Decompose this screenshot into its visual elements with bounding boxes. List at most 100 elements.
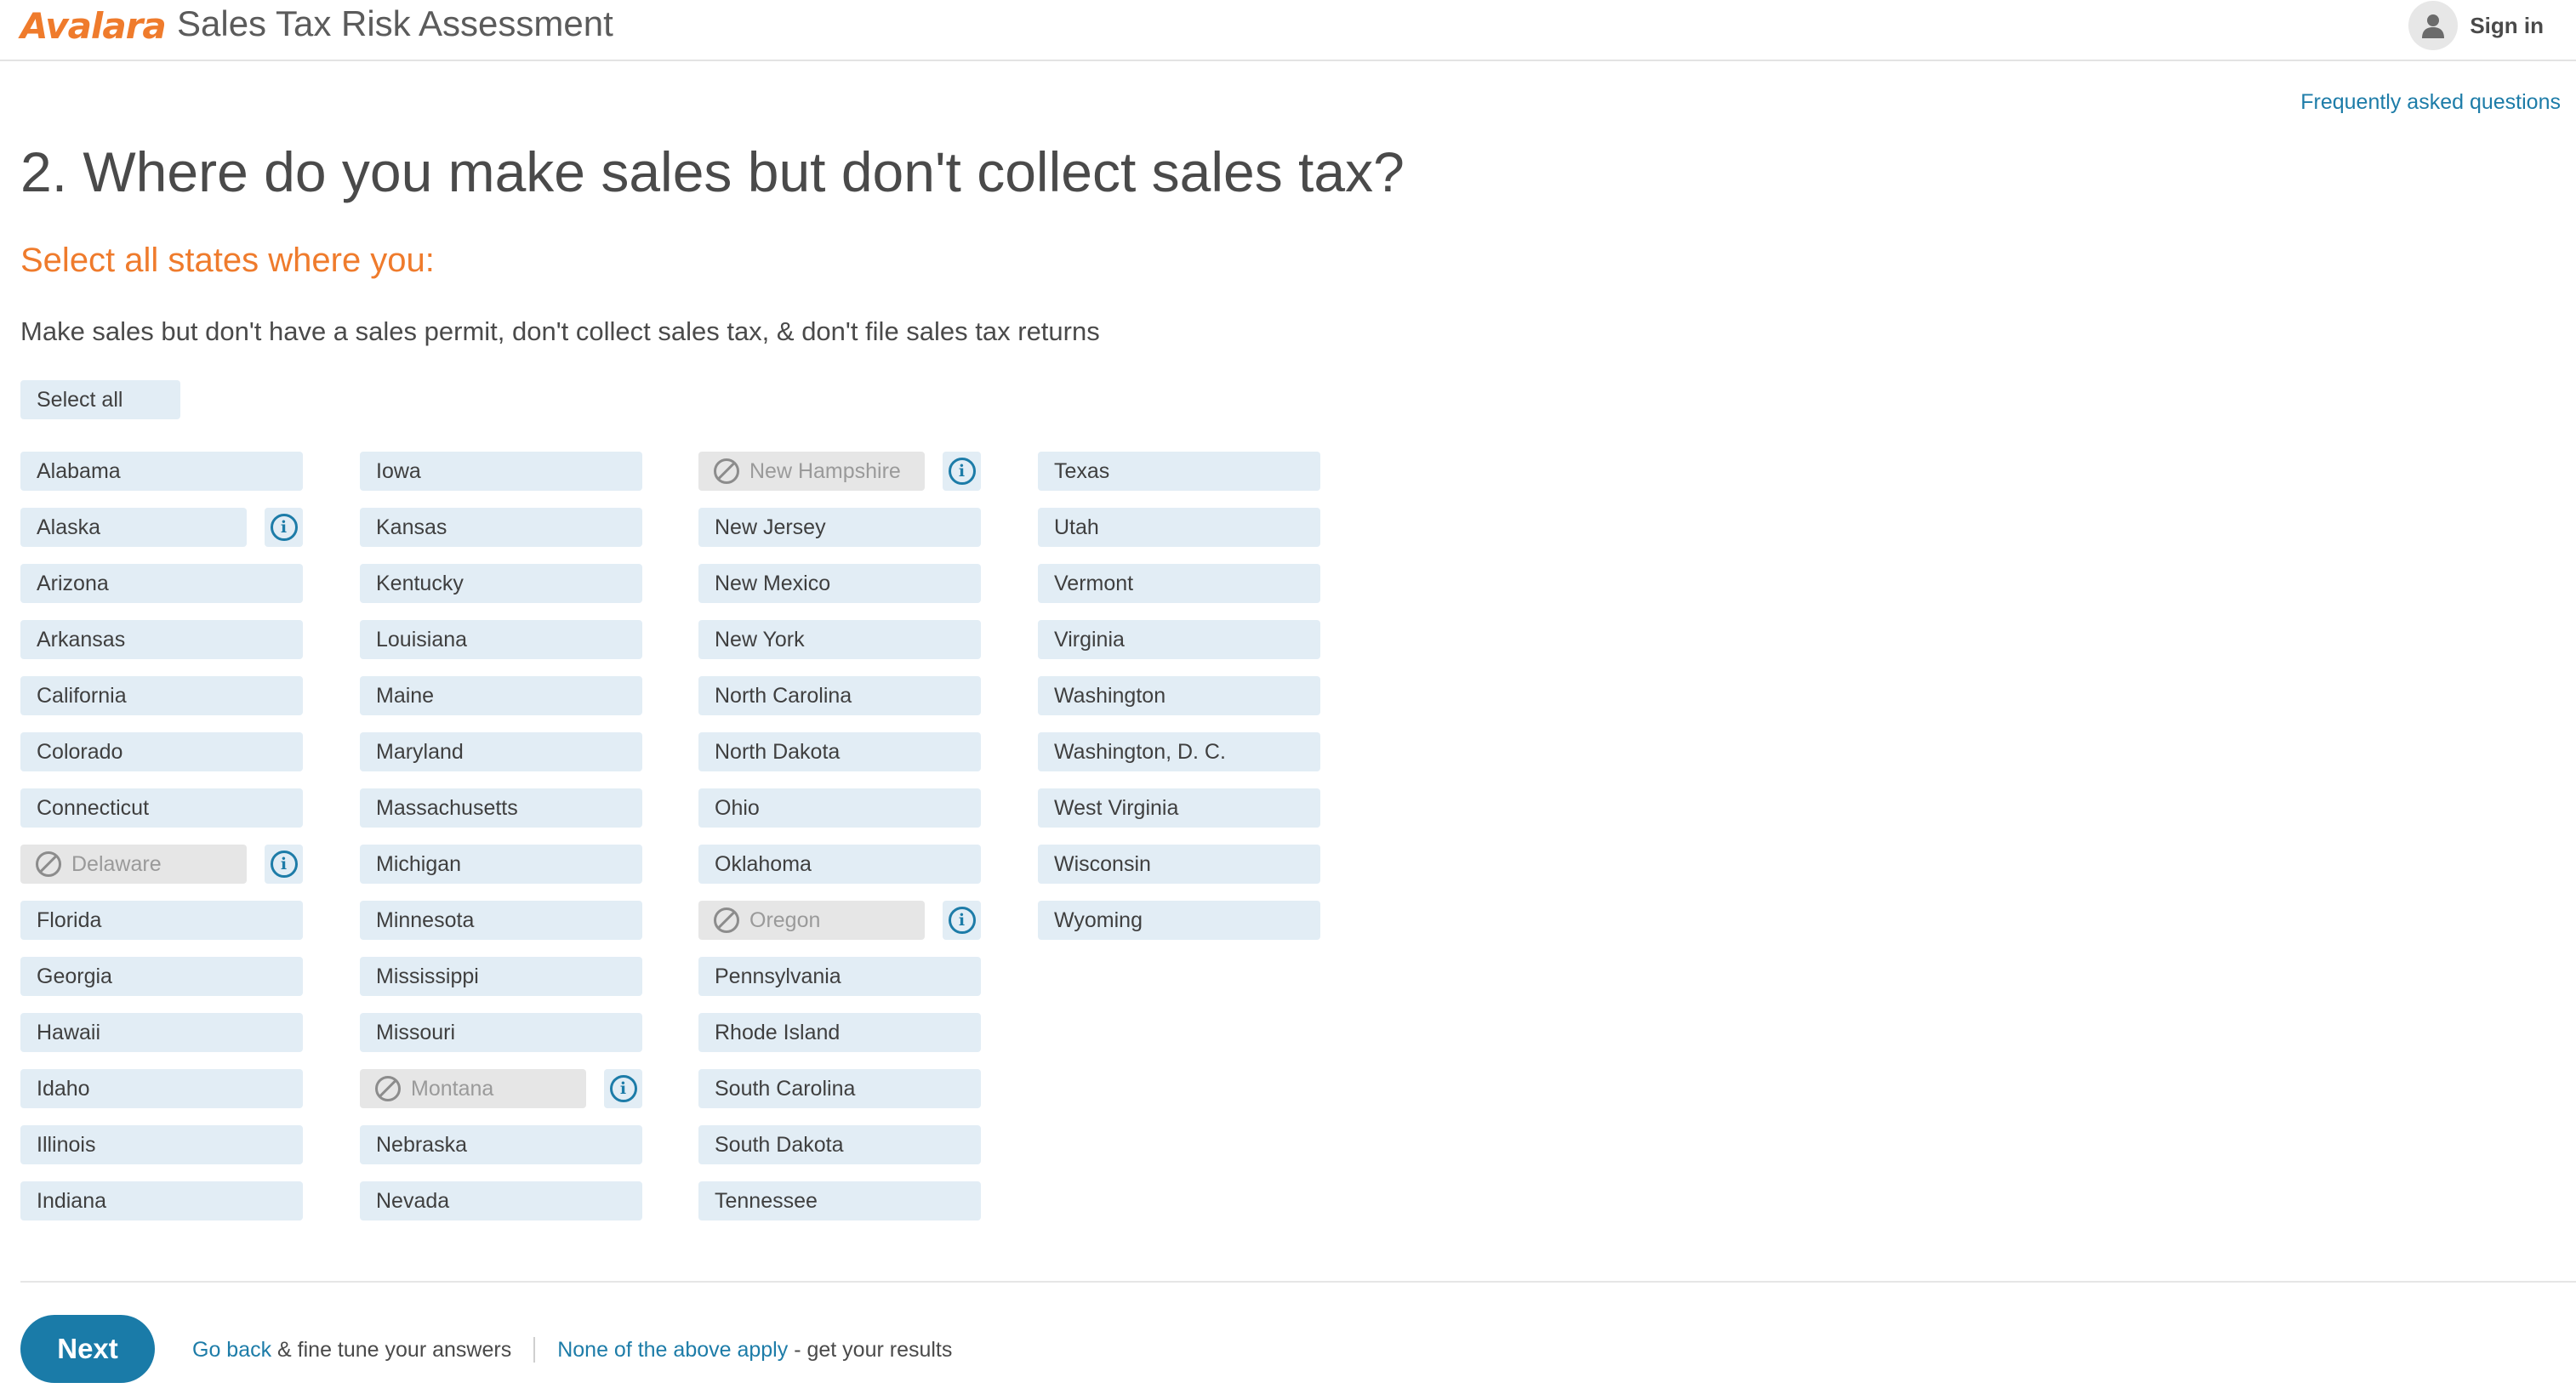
state-button-connecticut[interactable]: Connecticut: [20, 788, 303, 828]
state-button-alaska[interactable]: Alaska: [20, 508, 247, 547]
state-label: South Dakota: [715, 1132, 844, 1157]
state-label: Idaho: [37, 1076, 90, 1101]
info-icon[interactable]: i: [943, 901, 981, 940]
info-icon[interactable]: i: [265, 845, 303, 884]
state-label: Ohio: [715, 795, 760, 820]
state-button-utah[interactable]: Utah: [1038, 508, 1320, 547]
state-button-mississippi[interactable]: Mississippi: [360, 957, 642, 996]
state-button-wisconsin[interactable]: Wisconsin: [1038, 845, 1320, 884]
state-label: Kansas: [376, 515, 447, 539]
info-icon[interactable]: i: [265, 508, 303, 547]
state-button-michigan[interactable]: Michigan: [360, 845, 642, 884]
state-button-california[interactable]: California: [20, 676, 303, 715]
state-button-illinois[interactable]: Illinois: [20, 1125, 303, 1164]
state-label: Texas: [1054, 458, 1110, 483]
state-label: Alabama: [37, 458, 121, 483]
next-button[interactable]: Next: [20, 1315, 155, 1383]
info-icon[interactable]: i: [604, 1069, 642, 1108]
state-label: Alaska: [37, 515, 101, 539]
state-label: Washington, D. C.: [1054, 739, 1226, 764]
state-label: Louisiana: [376, 627, 468, 651]
state-label: Maine: [376, 683, 435, 708]
footer-divider: [20, 1281, 2576, 1283]
state-label: North Carolina: [715, 683, 852, 708]
state-label: South Carolina: [715, 1076, 856, 1101]
state-button-south-carolina[interactable]: South Carolina: [698, 1069, 981, 1108]
state-button-washington-d-c[interactable]: Washington, D. C.: [1038, 732, 1320, 771]
none-apply-link[interactable]: None of the above apply: [557, 1338, 788, 1363]
state-button-maryland[interactable]: Maryland: [360, 732, 642, 771]
state-label: Utah: [1054, 515, 1099, 539]
state-button-hawaii[interactable]: Hawaii: [20, 1013, 303, 1052]
ban-icon: [36, 851, 61, 877]
state-button-georgia[interactable]: Georgia: [20, 957, 303, 996]
instructions-text: Make sales but don't have a sales permit…: [20, 316, 1100, 346]
state-button-tennessee[interactable]: Tennessee: [698, 1181, 981, 1220]
state-button-minnesota[interactable]: Minnesota: [360, 901, 642, 940]
state-button-colorado[interactable]: Colorado: [20, 732, 303, 771]
state-button-massachusetts[interactable]: Massachusetts: [360, 788, 642, 828]
info-icon-glyph: i: [948, 458, 976, 485]
state-label: Washington: [1054, 683, 1166, 708]
state-button-north-dakota[interactable]: North Dakota: [698, 732, 981, 771]
info-icon-glyph: i: [609, 1075, 637, 1102]
state-button-rhode-island[interactable]: Rhode Island: [698, 1013, 981, 1052]
state-button-missouri[interactable]: Missouri: [360, 1013, 642, 1052]
state-label: Virginia: [1054, 627, 1125, 651]
state-label: Vermont: [1054, 571, 1134, 595]
state-button-new-jersey[interactable]: New Jersey: [698, 508, 981, 547]
state-label: New York: [715, 627, 805, 651]
state-label: Minnesota: [376, 908, 475, 932]
state-label: Nevada: [376, 1188, 450, 1213]
state-button-iowa[interactable]: Iowa: [360, 452, 642, 491]
select-all-button[interactable]: Select all: [20, 380, 180, 419]
state-button-new-hampshire: New Hampshire: [698, 452, 925, 491]
state-button-new-mexico[interactable]: New Mexico: [698, 564, 981, 603]
state-button-ohio[interactable]: Ohio: [698, 788, 981, 828]
state-label: Indiana: [37, 1188, 107, 1213]
state-button-indiana[interactable]: Indiana: [20, 1181, 303, 1220]
state-button-texas[interactable]: Texas: [1038, 452, 1320, 491]
section-subheading: Select all states where you:: [20, 242, 435, 279]
state-button-west-virginia[interactable]: West Virginia: [1038, 788, 1320, 828]
sign-in-button[interactable]: Sign in: [2408, 0, 2544, 51]
state-button-pennsylvania[interactable]: Pennsylvania: [698, 957, 981, 996]
state-button-oklahoma[interactable]: Oklahoma: [698, 845, 981, 884]
state-button-virginia[interactable]: Virginia: [1038, 620, 1320, 659]
state-button-north-carolina[interactable]: North Carolina: [698, 676, 981, 715]
info-icon[interactable]: i: [943, 452, 981, 491]
state-button-louisiana[interactable]: Louisiana: [360, 620, 642, 659]
state-button-wyoming[interactable]: Wyoming: [1038, 901, 1320, 940]
state-button-nebraska[interactable]: Nebraska: [360, 1125, 642, 1164]
state-button-idaho[interactable]: Idaho: [20, 1069, 303, 1108]
state-label: Arizona: [37, 571, 109, 595]
state-button-montana: Montana: [360, 1069, 586, 1108]
info-icon-glyph: i: [270, 851, 298, 878]
state-label: New Hampshire: [749, 458, 901, 483]
state-button-kentucky[interactable]: Kentucky: [360, 564, 642, 603]
none-apply-text: - get your results: [788, 1337, 953, 1362]
state-button-delaware: Delaware: [20, 845, 247, 884]
go-back-text: & fine tune your answers: [271, 1337, 512, 1362]
state-label: Maryland: [376, 739, 464, 764]
state-label: Iowa: [376, 458, 421, 483]
state-button-arkansas[interactable]: Arkansas: [20, 620, 303, 659]
top-bar: Avalara Sales Tax Risk Assessment Sign i…: [0, 0, 2576, 61]
state-button-florida[interactable]: Florida: [20, 901, 303, 940]
state-button-arizona[interactable]: Arizona: [20, 564, 303, 603]
state-label: Wisconsin: [1054, 851, 1151, 876]
state-button-nevada[interactable]: Nevada: [360, 1181, 642, 1220]
go-back-link[interactable]: Go back: [192, 1338, 271, 1363]
state-button-washington[interactable]: Washington: [1038, 676, 1320, 715]
state-button-alabama[interactable]: Alabama: [20, 452, 303, 491]
avalara-logo[interactable]: Avalara: [20, 5, 167, 47]
state-button-south-dakota[interactable]: South Dakota: [698, 1125, 981, 1164]
state-label: Connecticut: [37, 795, 150, 820]
state-button-new-york[interactable]: New York: [698, 620, 981, 659]
state-button-vermont[interactable]: Vermont: [1038, 564, 1320, 603]
footer-links: Go back & fine tune your answers None of…: [192, 1337, 952, 1363]
state-button-maine[interactable]: Maine: [360, 676, 642, 715]
state-button-kansas[interactable]: Kansas: [360, 508, 642, 547]
faq-link[interactable]: Frequently asked questions: [2300, 90, 2561, 115]
state-label: New Mexico: [715, 571, 831, 595]
